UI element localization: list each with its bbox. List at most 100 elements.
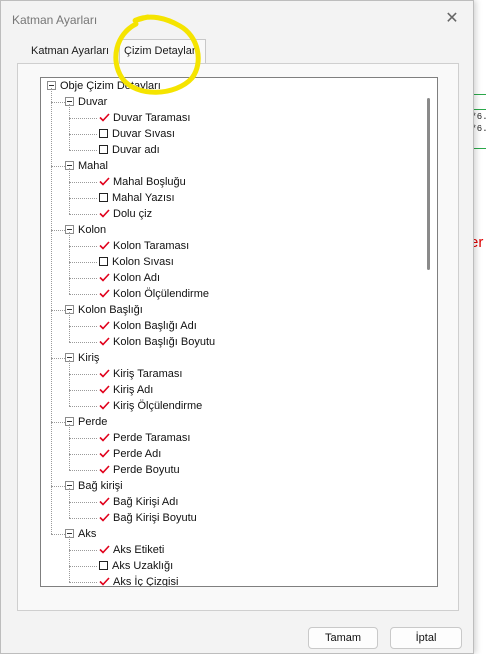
tree-item-label: Aks İç Çizgisi (113, 576, 179, 587)
tree-item-label: Mahal Boşluğu (113, 176, 186, 188)
tree-item[interactable]: Bağ Kirişi Boyutu (99, 510, 197, 526)
tree-item[interactable]: Kiriş Taraması (99, 366, 182, 382)
checkmark-icon[interactable] (99, 385, 110, 394)
tree-group-label: Kolon (78, 224, 107, 236)
tree-connector (69, 582, 97, 583)
tree-item-label: Bağ Kirişi Adı (113, 496, 179, 508)
tree-group-4[interactable]: Kiriş (65, 350, 99, 366)
tree-item[interactable]: Kiriş Ölçülendirme (99, 398, 202, 414)
tree-group-1[interactable]: Mahal (65, 158, 108, 174)
tree-item[interactable]: Mahal Boşluğu (99, 174, 186, 190)
tree-connector (69, 104, 70, 150)
cancel-button[interactable]: İptal (390, 627, 462, 649)
tree-item-label: Duvar Sıvası (112, 128, 175, 140)
tree-connector (69, 326, 97, 327)
tree-item[interactable]: Kiriş Adı (99, 382, 153, 398)
tree-group-6[interactable]: Bağ kirişi (65, 478, 123, 494)
checkmark-icon[interactable] (99, 545, 110, 554)
tree-item[interactable]: Aks Uzaklığı (99, 558, 173, 574)
tree-connector (69, 118, 97, 119)
tree-item-label: Mahal Yazısı (112, 192, 175, 204)
tree-group-label: Mahal (78, 160, 108, 172)
tree-item[interactable]: Kolon Başlığı Adı (99, 318, 197, 334)
tree-connector (51, 230, 65, 231)
tree-item-label: Bağ Kirişi Boyutu (113, 512, 197, 524)
ok-button[interactable]: Tamam (308, 627, 378, 649)
checkmark-icon[interactable] (99, 337, 110, 346)
tree-group-2[interactable]: Kolon (65, 222, 106, 238)
tree-group-3[interactable]: Kolon Başlığı (65, 302, 143, 318)
tree-item[interactable]: Kolon Adı (99, 270, 160, 286)
tree-item[interactable]: Perde Adı (99, 446, 161, 462)
tree-item[interactable]: Kolon Ölçülendirme (99, 286, 209, 302)
tree-item[interactable]: Kolon Başlığı Boyutu (99, 334, 215, 350)
checkmark-icon[interactable] (99, 449, 110, 458)
checkmark-icon[interactable] (99, 577, 110, 586)
checkmark-icon[interactable] (99, 177, 110, 186)
tree-connector (69, 262, 97, 263)
close-button[interactable]: ✕ (437, 5, 467, 31)
tree-view[interactable]: Obje Çizim Detayları Duvar Duvar Taraması D… (40, 77, 438, 587)
tree-connector (69, 360, 70, 406)
tree-item[interactable]: Dolu çiz (99, 206, 152, 222)
tree-item-label: Duvar adı (112, 144, 160, 156)
tree-item-label: Kolon Ölçülendirme (113, 288, 209, 300)
tree-item-label: Kolon Başlığı Boyutu (113, 336, 216, 348)
title-bar[interactable]: Katman Ayarları ✕ (1, 1, 473, 35)
tree-item[interactable]: Duvar Taraması (99, 110, 190, 126)
tree-item[interactable]: Perde Taraması (99, 430, 190, 446)
checkmark-icon[interactable] (99, 241, 110, 250)
dialog-title: Katman Ayarları (12, 13, 98, 27)
tree-group-label: Kiriş (78, 352, 100, 364)
tree-connector (51, 310, 65, 311)
checkmark-icon[interactable] (99, 209, 110, 218)
tree-item[interactable]: Aks Etiketi (99, 542, 164, 558)
unchecked-box-icon[interactable] (99, 144, 108, 154)
checkmark-icon[interactable] (99, 369, 110, 378)
checkmark-icon[interactable] (99, 465, 110, 474)
tree-item-label: Aks Etiketi (113, 544, 165, 556)
checkmark-icon[interactable] (99, 273, 110, 282)
tree-connector (69, 454, 97, 455)
checkmark-icon[interactable] (99, 497, 110, 506)
tree-item-label: Kiriş Taraması (113, 368, 183, 380)
tree-item[interactable]: Duvar Sıvası (99, 126, 175, 142)
checkmark-icon[interactable] (99, 433, 110, 442)
checkmark-icon[interactable] (99, 401, 110, 410)
tree-item[interactable]: Mahal Yazısı (99, 190, 175, 206)
tree-connector (69, 406, 97, 407)
tree-group-label: Kolon Başlığı (78, 304, 143, 316)
tree-connector (69, 232, 70, 294)
tree-group-5[interactable]: Perde (65, 414, 107, 430)
tree-item-label: Perde Adı (113, 448, 162, 460)
tree-item[interactable]: Kolon Sıvası (99, 254, 174, 270)
checkmark-icon[interactable] (99, 289, 110, 298)
tree-connector (69, 488, 70, 518)
tree-group-0[interactable]: Duvar (65, 94, 107, 110)
tree-connector (69, 438, 97, 439)
tree-item[interactable]: Perde Boyutu (99, 462, 180, 478)
checkmark-icon[interactable] (99, 513, 110, 522)
tree-connector (69, 278, 97, 279)
tree-connector (51, 422, 65, 423)
vertical-scrollbar[interactable] (419, 78, 437, 586)
scrollbar-thumb[interactable] (427, 98, 430, 270)
tree-connector (69, 214, 97, 215)
tree-item[interactable]: Bağ Kirişi Adı (99, 494, 178, 510)
close-icon: ✕ (445, 10, 459, 27)
unchecked-box-icon[interactable] (99, 192, 108, 202)
tree-item[interactable]: Kolon Taraması (99, 238, 189, 254)
checkmark-icon[interactable] (99, 321, 110, 330)
tree-connector (51, 166, 65, 167)
checkmark-icon[interactable] (99, 113, 110, 122)
tree-item[interactable]: Duvar adı (99, 142, 160, 158)
tree-node-root[interactable]: Obje Çizim Detayları (47, 78, 161, 94)
tree-connector (69, 536, 70, 582)
tab-layer-settings[interactable]: Katman Ayarları (31, 45, 109, 57)
unchecked-box-icon[interactable] (99, 560, 108, 570)
tree-connector (69, 312, 70, 342)
tree-connector (69, 518, 97, 519)
tree-item[interactable]: Aks İç Çizgisi (99, 574, 179, 587)
unchecked-box-icon[interactable] (99, 128, 108, 138)
unchecked-box-icon[interactable] (99, 256, 108, 266)
